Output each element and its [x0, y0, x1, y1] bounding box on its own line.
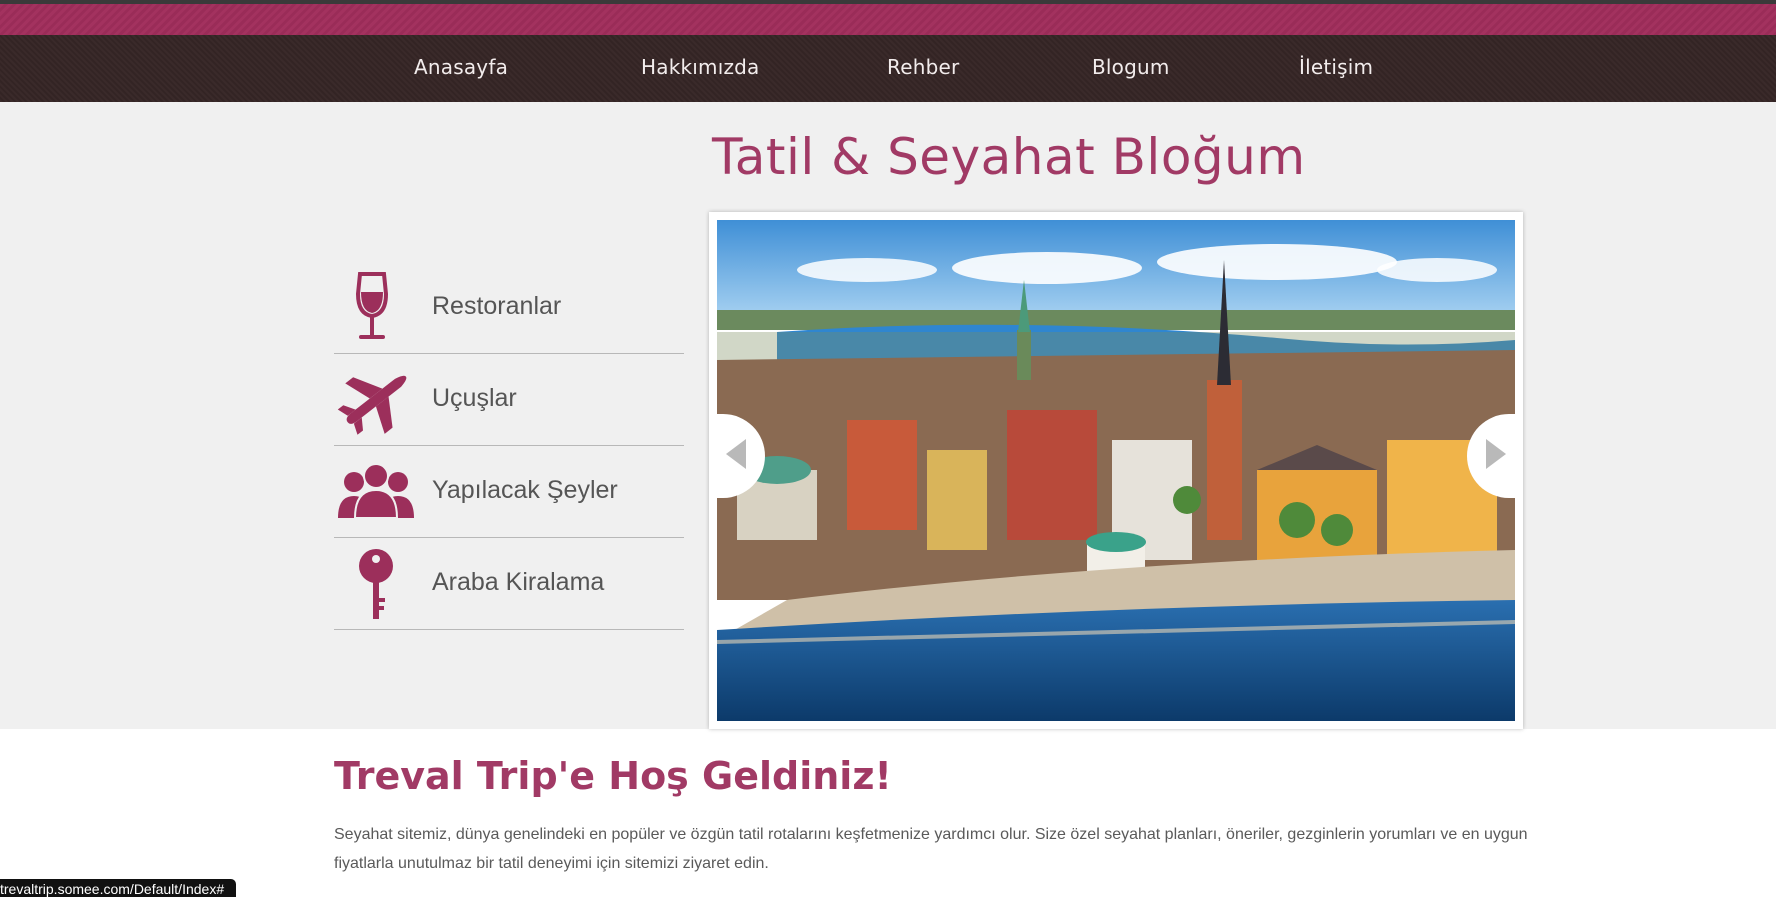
- category-label: Yapılacak Şeyler: [432, 476, 618, 504]
- nav-item-hakkimizda[interactable]: Hakkımızda: [641, 55, 760, 79]
- nav-item-blogum[interactable]: Blogum: [1092, 55, 1170, 79]
- welcome-paragraph: Seyahat sitemiz, dünya genelindeki en po…: [334, 826, 1528, 872]
- chevron-left-icon: [726, 438, 748, 474]
- wine-glass-icon: [336, 272, 416, 344]
- people-group-icon: [336, 456, 416, 528]
- nav-item-iletisim[interactable]: İletişim: [1299, 55, 1373, 79]
- category-item-araba-kiralama[interactable]: Araba Kiralama: [334, 538, 684, 630]
- category-label: Araba Kiralama: [432, 568, 605, 596]
- nav-item-rehber[interactable]: Rehber: [887, 55, 959, 79]
- key-icon: [336, 548, 416, 620]
- browser-status-url: trevaltrip.somee.com/Default/Index#: [0, 879, 237, 897]
- category-label: Uçuşlar: [432, 384, 517, 412]
- welcome-heading: Treval Trip'e Hoş Geldiniz!: [334, 754, 892, 798]
- category-label: Restoranlar: [432, 292, 562, 320]
- city-waterfront-photo: [717, 220, 1515, 721]
- nav-item-anasayfa[interactable]: Anasayfa: [414, 55, 508, 79]
- main-nav: Anasayfa Hakkımızda Rehber Blogum İletiş…: [0, 35, 1776, 102]
- airplane-icon: [336, 364, 416, 436]
- chevron-right-icon: [1484, 438, 1506, 474]
- page-title: Tatil & Seyahat Bloğum: [712, 128, 1306, 186]
- category-item-yapilacak-seyler[interactable]: Yapılacak Şeyler: [334, 446, 684, 538]
- category-item-restoranlar[interactable]: Restoranlar: [334, 262, 684, 354]
- category-list: Restoranlar Uçuşlar Yapılacak Şeyler Ara…: [334, 262, 684, 630]
- image-slider[interactable]: [709, 212, 1523, 729]
- header-ribbon: [0, 4, 1776, 35]
- category-item-ucuslar[interactable]: Uçuşlar: [334, 354, 684, 446]
